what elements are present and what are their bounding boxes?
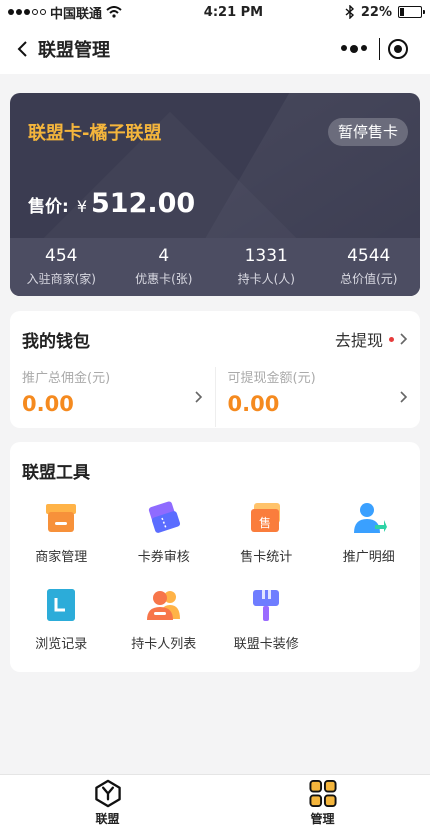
currency-symbol: ¥ bbox=[76, 197, 87, 216]
card-sales-icon: 售 bbox=[246, 498, 286, 538]
tool-label: 推广明细 bbox=[342, 550, 395, 565]
tab-label: 联盟 bbox=[95, 812, 120, 826]
alliance-card: 联盟卡-橘子联盟 暂停售卡 售价: ¥ 512.00 454 入驻商家(家) 4… bbox=[10, 93, 420, 296]
tool-label: 卡券审核 bbox=[137, 550, 190, 565]
wifi-icon bbox=[106, 6, 122, 18]
page-title: 联盟管理 bbox=[38, 40, 110, 61]
stat-total-value[interactable]: 4544 总价值(元) bbox=[318, 238, 421, 296]
chevron-right-icon bbox=[194, 391, 202, 403]
commission-value: 0.00 bbox=[22, 392, 74, 416]
tab-manage[interactable]: 管理 bbox=[215, 775, 430, 827]
nav-bar: 联盟管理 bbox=[0, 24, 430, 74]
stat-label: 入驻商家(家) bbox=[26, 272, 96, 286]
tab-bar: 联盟 管理 bbox=[0, 774, 430, 827]
tool-cardholder-list[interactable]: 持卡人列表 bbox=[113, 585, 216, 672]
brush-icon bbox=[246, 585, 286, 625]
total-commission[interactable]: 推广总佣金(元) 0.00 bbox=[10, 367, 215, 427]
tool-coupon-review[interactable]: 卡券审核 bbox=[113, 498, 216, 585]
user-promo-icon bbox=[349, 498, 389, 538]
tool-browse-history[interactable]: 浏览记录 bbox=[10, 585, 113, 672]
price-value: 512.00 bbox=[91, 188, 196, 219]
tool-label: 联盟卡装修 bbox=[233, 637, 299, 652]
tool-label: 持卡人列表 bbox=[131, 637, 197, 652]
bluetooth-icon bbox=[345, 5, 354, 19]
battery-percent: 22% bbox=[360, 4, 392, 20]
battery-icon bbox=[398, 6, 425, 18]
stat-cardholders[interactable]: 1331 持卡人(人) bbox=[215, 238, 318, 296]
stat-value: 454 bbox=[45, 246, 78, 266]
clock: 4:21 PM bbox=[203, 4, 264, 20]
tool-card-sales-stats[interactable]: 售 售卡统计 bbox=[215, 498, 318, 585]
tool-label: 浏览记录 bbox=[35, 637, 88, 652]
withdraw-label: 去提现 bbox=[334, 331, 383, 350]
wallet-title: 我的钱包 bbox=[22, 331, 90, 352]
tool-card-decoration[interactable]: 联盟卡装修 bbox=[215, 585, 318, 672]
withdraw-link[interactable]: 去提现 bbox=[335, 327, 408, 351]
store-icon bbox=[41, 498, 81, 538]
status-bar: 中国联通 4:21 PM 22% bbox=[0, 0, 430, 24]
carrier-label: 中国联通 bbox=[50, 6, 103, 22]
withdrawable-amount[interactable]: 可提现金额(元) 0.00 bbox=[214, 367, 421, 427]
tools-title: 联盟工具 bbox=[22, 462, 90, 483]
tools-card: 联盟工具 商家管理 卡券审核 售 售卡统计 推广明细 浏览记录 持卡人列表 联盟… bbox=[10, 442, 420, 672]
chevron-right-icon bbox=[400, 391, 408, 403]
coupon-icon bbox=[144, 498, 184, 538]
tool-promotion-details[interactable]: 推广明细 bbox=[318, 498, 421, 585]
card-title: 联盟卡-橘子联盟 bbox=[28, 123, 162, 144]
stat-value: 4544 bbox=[347, 246, 391, 266]
price: 售价: ¥ 512.00 bbox=[28, 188, 195, 219]
tab-alliance[interactable]: 联盟 bbox=[0, 775, 215, 827]
commission-label: 推广总佣金(元) bbox=[22, 371, 111, 386]
stat-value: 1331 bbox=[244, 246, 288, 266]
tool-store-management[interactable]: 商家管理 bbox=[10, 498, 113, 585]
grid-icon bbox=[308, 779, 337, 808]
wallet-card: 我的钱包 去提现 推广总佣金(元) 0.00 可提现金额(元) 0.00 bbox=[10, 311, 420, 428]
withdrawable-label: 可提现金额(元) bbox=[227, 371, 316, 386]
svg-text:售: 售 bbox=[259, 515, 271, 530]
price-label: 售价: bbox=[28, 197, 69, 217]
hexagon-y-icon bbox=[94, 779, 121, 808]
stat-merchants[interactable]: 454 入驻商家(家) bbox=[10, 238, 113, 296]
chevron-left-icon bbox=[17, 41, 27, 57]
mini-program-capsule bbox=[329, 34, 416, 64]
back-button[interactable] bbox=[10, 37, 34, 61]
target-icon bbox=[388, 39, 408, 59]
stat-coupons[interactable]: 4 优惠卡(张) bbox=[113, 238, 216, 296]
more-button[interactable] bbox=[329, 45, 379, 53]
stat-label: 优惠卡(张) bbox=[135, 272, 193, 286]
stat-label: 持卡人(人) bbox=[237, 272, 295, 286]
chevron-right-icon bbox=[400, 333, 408, 345]
signal-icon bbox=[8, 9, 46, 15]
notification-dot bbox=[389, 336, 394, 342]
tool-label: 售卡统计 bbox=[240, 550, 293, 565]
stat-label: 总价值(元) bbox=[340, 272, 398, 286]
card-stats: 454 入驻商家(家) 4 优惠卡(张) 1331 持卡人(人) 4544 总价… bbox=[10, 238, 420, 296]
stat-value: 4 bbox=[158, 246, 170, 266]
browse-icon bbox=[41, 585, 81, 625]
pause-sale-button[interactable]: 暂停售卡 bbox=[327, 118, 408, 146]
tool-label: 商家管理 bbox=[35, 550, 88, 565]
withdrawable-value: 0.00 bbox=[227, 392, 280, 416]
tab-label: 管理 bbox=[310, 812, 335, 826]
cardholders-icon bbox=[144, 585, 184, 625]
close-button[interactable] bbox=[380, 39, 416, 59]
